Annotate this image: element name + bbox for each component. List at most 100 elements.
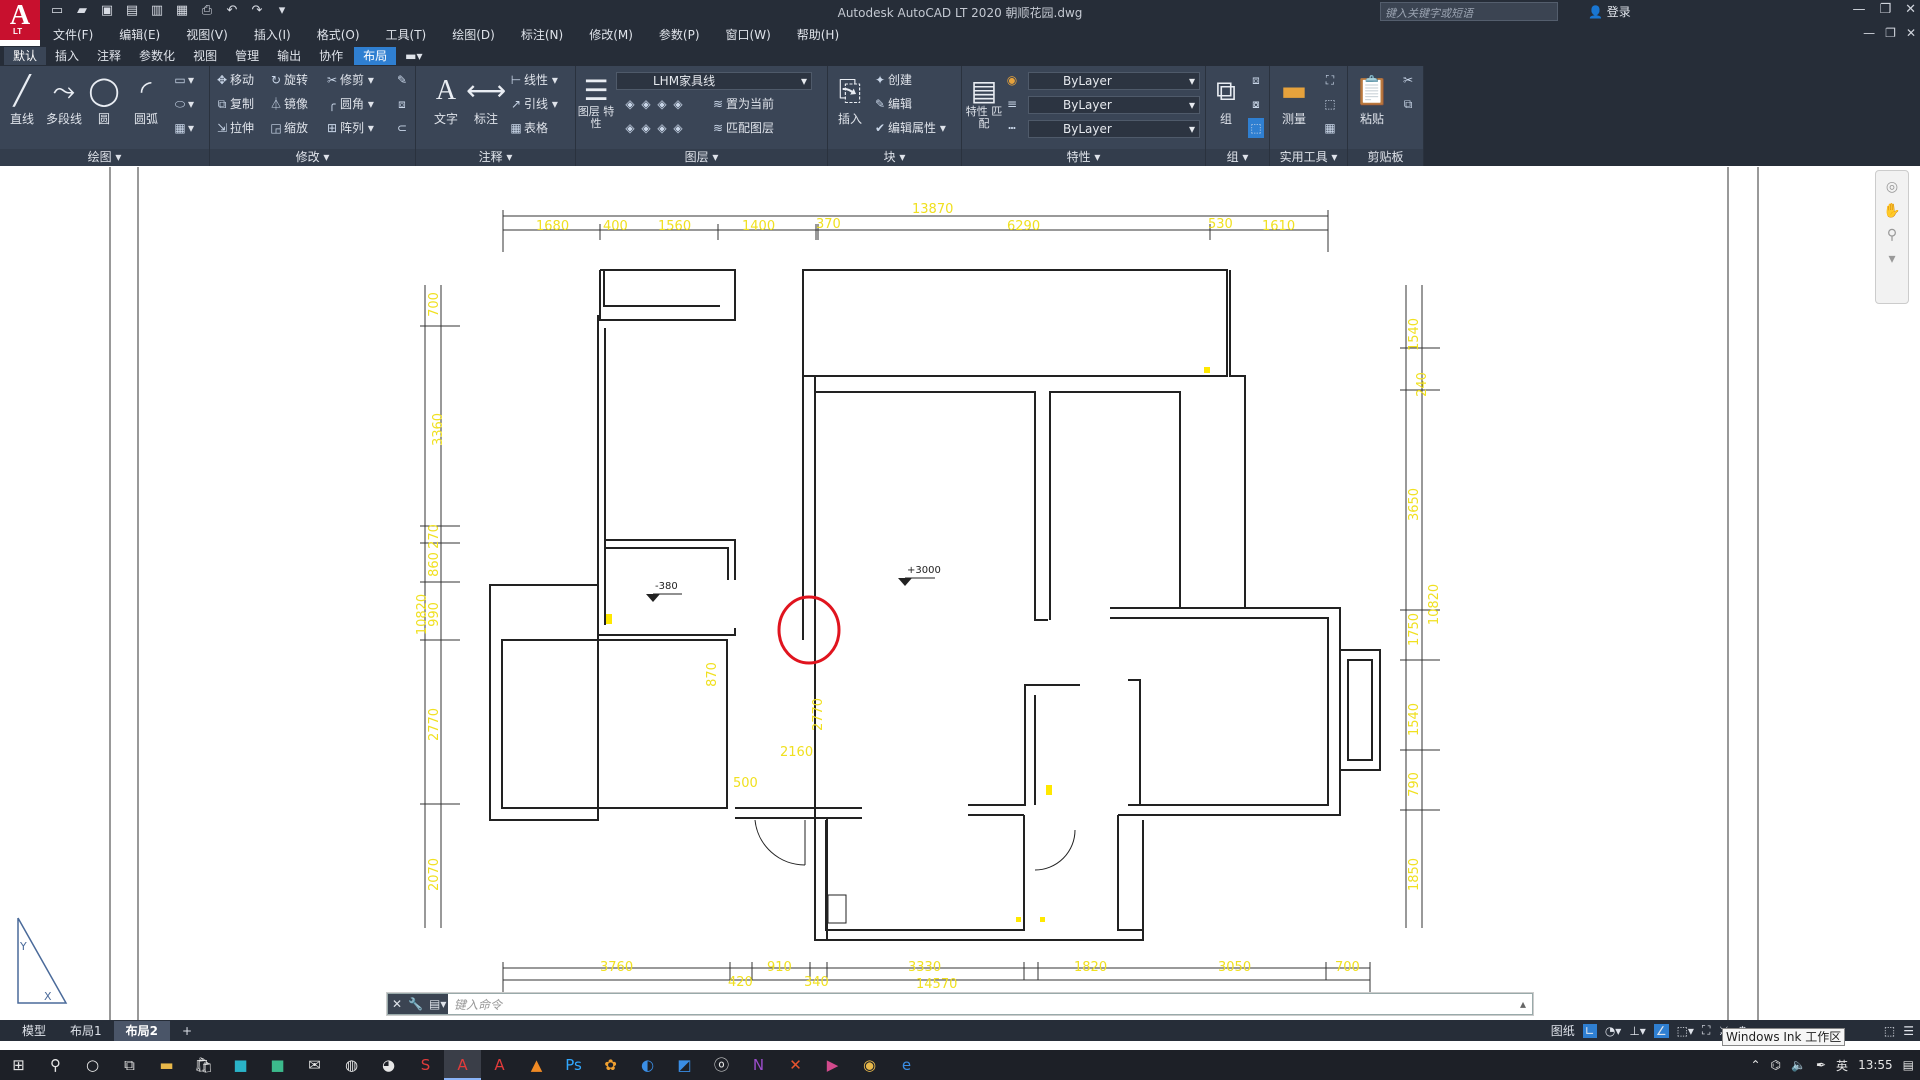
notification-icon[interactable]: ▤ [1903,1058,1914,1072]
hatch-button[interactable]: ▦ ▾ [172,118,194,138]
chrome-icon[interactable]: ◉ [851,1050,888,1080]
menu-tools[interactable]: 工具(T) [373,24,440,46]
leader-button[interactable]: ↗ 引线 ▾ [508,94,558,114]
layer-properties-button[interactable]: ☰ 图层 特性 [576,72,616,130]
command-history-icon[interactable]: ▤▾ [429,997,446,1011]
tab-output[interactable]: 输出 [268,47,310,65]
group-select-icon[interactable]: ⬚ [1248,118,1264,138]
create-block-button[interactable]: ✦ 创建 [872,70,912,90]
layer-dropdown[interactable]: LHM家具线 ▾ [616,72,812,90]
add-layout-icon[interactable]: + [170,1021,204,1041]
app-logo[interactable]: A LT [0,0,40,40]
menu-insert[interactable]: 插入(I) [241,24,304,46]
store-icon[interactable]: 🛍 [185,1050,222,1080]
windows-start-icon[interactable]: ⊞ [0,1050,37,1080]
offset-button[interactable]: ⊂ [394,118,410,138]
annotation-scale-icon[interactable]: ⛶ [1702,1023,1710,1038]
group-button[interactable]: ⧉ 组 [1206,72,1246,127]
trim-button[interactable]: ✂ 修剪 ▾ [324,70,374,90]
ortho-icon[interactable]: ⊥▾ [1629,1024,1645,1038]
tab-annotate[interactable]: 注释 [88,47,130,65]
network-icon[interactable]: ⌬ [1771,1058,1781,1072]
app-icon[interactable]: ◐ [629,1050,666,1080]
measure-button[interactable]: ▬ 测量 [1274,72,1314,127]
tab-default[interactable]: 默认 [4,47,47,65]
rotate-button[interactable]: ↻ 旋转 [268,70,308,90]
layer-tools-row1[interactable]: ◈ ◈ ◈ ◈ [622,94,686,114]
circle-button[interactable]: ◯ 圆 [84,72,124,127]
arc-button[interactable]: ◜ 圆弧 [126,72,166,127]
photoshop-icon[interactable]: Ps [555,1050,592,1080]
table-button[interactable]: ▦ 表格 [508,118,548,138]
set-current-button[interactable]: ≋ 置为当前 [710,94,774,114]
match-layer-button[interactable]: ≋ 匹配图层 [710,118,774,138]
autocad-icon[interactable]: A [481,1050,518,1080]
app-icon[interactable]: ◩ [666,1050,703,1080]
cortana-icon[interactable]: ○ [74,1050,111,1080]
clock[interactable]: 13:55 [1858,1058,1893,1072]
polyline-button[interactable]: ⤳ 多段线 [42,72,86,127]
scale-button[interactable]: ◲ 缩放 [268,118,308,138]
minimize-icon[interactable]: — [1852,2,1865,17]
menu-modify[interactable]: 修改(M) [576,24,646,46]
tab-manage[interactable]: 管理 [226,47,268,65]
app-icon[interactable]: ✿ [592,1050,629,1080]
panel-modify-title[interactable]: 修改 ▾ [210,149,415,166]
new-file-icon[interactable]: ▭ [48,2,66,20]
ungroup-icon[interactable]: ⧈ [1248,70,1264,90]
mail-icon[interactable]: ✉ [296,1050,333,1080]
qq-icon[interactable]: ◕ [370,1050,407,1080]
tab-parametric[interactable]: 参数化 [130,47,184,65]
file-explorer-icon[interactable]: ▬ [148,1050,185,1080]
zoom-icon[interactable]: ⚲ [1876,227,1908,243]
menu-window[interactable]: 窗口(W) [713,24,784,46]
explode-button[interactable]: ⧈ [394,94,410,114]
save-icon[interactable]: ▣ [98,2,116,20]
array-button[interactable]: ⊞ 阵列 ▾ [324,118,374,138]
steering-wheel-icon[interactable]: ◎ [1876,179,1908,195]
tab-layout1[interactable]: 布局1 [58,1021,114,1041]
redo-icon[interactable]: ↷ [248,2,266,20]
app-icon[interactable]: ◍ [333,1050,370,1080]
isodraft-icon[interactable]: ∠ [1653,1023,1669,1038]
polar-icon[interactable]: ◔▾ [1605,1024,1622,1038]
quick-select-icon[interactable]: ⛶ [1322,70,1338,90]
panel-utilities-title[interactable]: 实用工具 ▾ [1270,149,1347,166]
copy-clip-icon[interactable]: ⧉ [1400,94,1416,114]
close-icon[interactable]: ✕ [1905,2,1916,17]
pen-icon[interactable]: ✒ [1816,1058,1826,1072]
tab-view[interactable]: 视图 [184,47,226,65]
close-icon[interactable]: ✕ [392,997,402,1011]
panel-layers-title[interactable]: 图层 ▾ [576,149,827,166]
ellipse-button[interactable]: ⬭ ▾ [172,94,194,114]
paste-button[interactable]: 📋 粘贴 [1352,72,1392,127]
move-button[interactable]: ✥ 移动 [214,70,254,90]
command-input[interactable]: 键入命令 [448,996,1520,1013]
dimension-button[interactable]: ⟷ 标注 [466,72,506,127]
stretch-button[interactable]: ⇲ 拉伸 [214,118,254,138]
color-dropdown[interactable]: ByLayer ▾ [1028,72,1200,90]
linear-button[interactable]: ⊢ 线性 ▾ [508,70,558,90]
color-wheel-icon[interactable]: ◉ [1004,70,1020,90]
linetype-dropdown[interactable]: ByLayer ▾ [1028,120,1200,138]
paper-space-button[interactable]: 图纸 [1551,1022,1575,1039]
menu-dimension[interactable]: 标注(N) [508,24,576,46]
wrench-icon[interactable]: 🔧 [408,997,423,1011]
chevron-up-icon[interactable]: ▴ [1520,997,1532,1011]
search-input[interactable]: 键入关键字或短语 [1380,2,1558,21]
lineweight-dropdown[interactable]: ByLayer ▾ [1028,96,1200,114]
ime-indicator[interactable]: 英 [1836,1057,1848,1074]
panel-groups-title[interactable]: 组 ▾ [1206,149,1269,166]
cut-icon[interactable]: ✂ [1400,70,1416,90]
tab-collaborate[interactable]: 协作 [310,47,352,65]
nav-options-icon[interactable]: ▾ [1876,251,1908,267]
menu-draw[interactable]: 绘图(D) [439,24,508,46]
panel-annotation-title[interactable]: 注释 ▾ [416,149,575,166]
menu-parametric[interactable]: 参数(P) [646,24,713,46]
app-icon[interactable]: ✕ [777,1050,814,1080]
volume-icon[interactable]: 🔈 [1791,1058,1806,1072]
menu-file[interactable]: 文件(F) [40,24,106,46]
panel-block-title[interactable]: 块 ▾ [828,149,961,166]
publish-icon[interactable]: ▥ [148,2,166,20]
qat-dropdown-icon[interactable]: ▾ [273,2,291,20]
